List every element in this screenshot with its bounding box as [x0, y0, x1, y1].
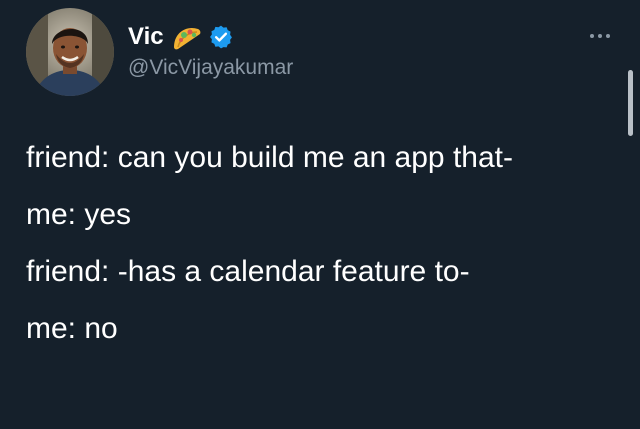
more-options-icon-dot — [606, 34, 610, 38]
more-options-icon-dot — [598, 34, 602, 38]
verified-badge-icon — [208, 24, 234, 50]
user-handle[interactable]: @VicVijayakumar — [128, 56, 293, 80]
tweet-line: friend: -has a calendar feature to- — [26, 255, 470, 288]
more-options-button[interactable] — [580, 28, 620, 44]
avatar-photo — [26, 8, 114, 96]
tweet-line: me: no — [26, 312, 118, 345]
tweet-line: friend: can you build me an app that- — [26, 141, 513, 174]
tweet-line: me: yes — [26, 198, 132, 231]
tweet-card: Vic @VicVijayakumar friend: can you buil — [0, 0, 640, 429]
taco-icon — [170, 23, 204, 51]
display-name[interactable]: Vic — [128, 23, 164, 51]
scrollbar-thumb[interactable] — [628, 70, 633, 136]
avatar[interactable] — [26, 8, 114, 96]
more-options-icon — [590, 34, 594, 38]
author-name-row: Vic — [128, 20, 234, 54]
tweet-text: friend: can you build me an app that- me… — [26, 138, 616, 366]
